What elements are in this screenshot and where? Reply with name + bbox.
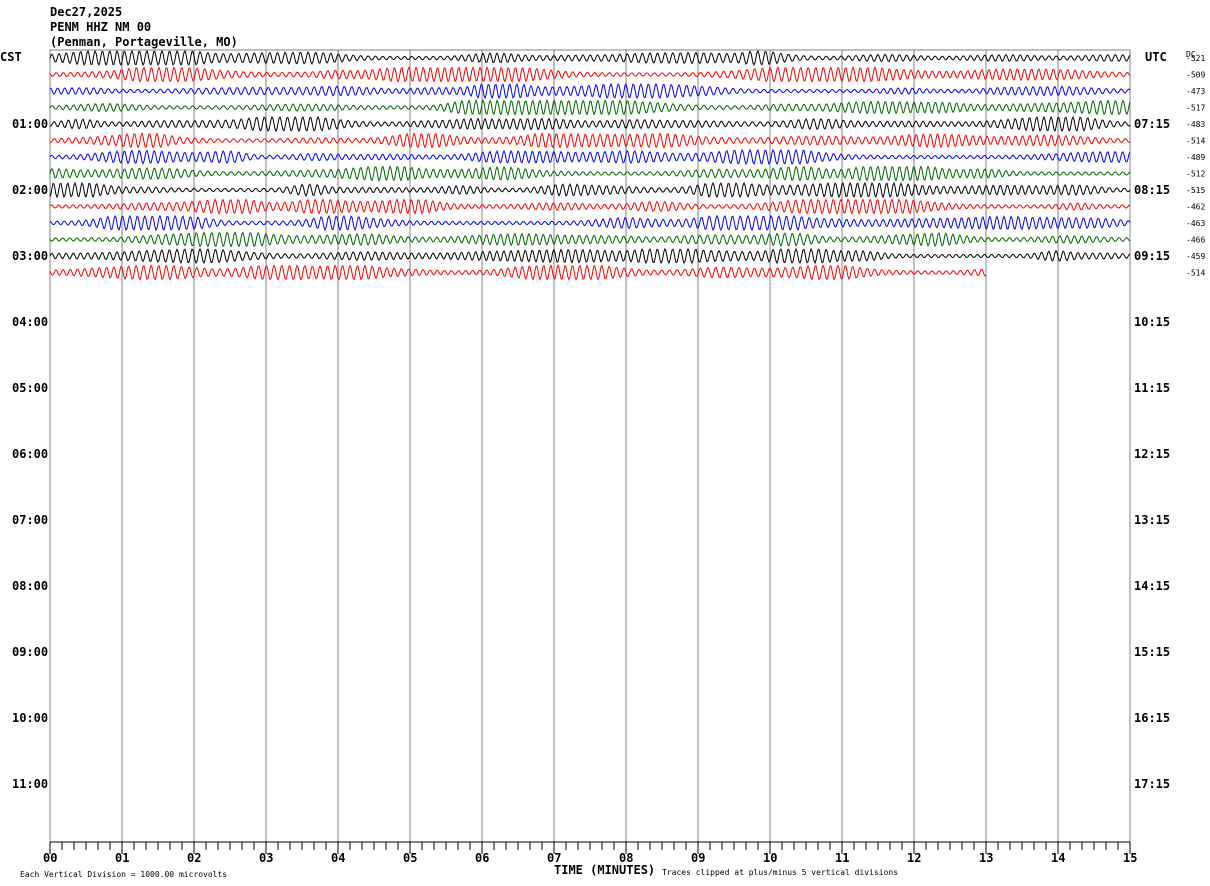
station-label: PENM HHZ NM 00 bbox=[50, 20, 151, 34]
cst-hour-label: 02:00 bbox=[12, 183, 48, 197]
utc-hour-label: 14:15 bbox=[1134, 579, 1170, 593]
dc-offset-label: -463 bbox=[1186, 219, 1205, 228]
x-tick-label: 11 bbox=[835, 851, 849, 865]
x-tick-label: 00 bbox=[43, 851, 57, 865]
dc-offset-label: -512 bbox=[1186, 170, 1205, 179]
x-tick-label: 15 bbox=[1123, 851, 1137, 865]
cst-hour-label: 03:00 bbox=[12, 249, 48, 263]
x-tick-label: 14 bbox=[1051, 851, 1065, 865]
seismic-trace bbox=[49, 66, 1131, 83]
dc-offset-label: -483 bbox=[1186, 120, 1205, 129]
utc-hour-label: 12:15 bbox=[1134, 447, 1170, 461]
seismic-trace bbox=[49, 148, 1131, 166]
utc-hour-label: 08:15 bbox=[1134, 183, 1170, 197]
cst-hour-label: 06:00 bbox=[12, 447, 48, 461]
traces bbox=[49, 49, 1131, 281]
cst-hour-label: 01:00 bbox=[12, 117, 48, 131]
right-timezone: UTC bbox=[1145, 50, 1167, 64]
x-tick-label: 09 bbox=[691, 851, 705, 865]
x-tick-label: 03 bbox=[259, 851, 273, 865]
left-timezone: CST bbox=[0, 50, 22, 64]
location-label: (Penman, Portageville, MO) bbox=[50, 35, 238, 49]
x-tick-label: 05 bbox=[403, 851, 417, 865]
utc-hour-label: 15:15 bbox=[1134, 645, 1170, 659]
dc-offset-label: -473 bbox=[1186, 87, 1205, 96]
cst-hour-label: 07:00 bbox=[12, 513, 48, 527]
x-tick-label: 12 bbox=[907, 851, 921, 865]
x-tick-label: 13 bbox=[979, 851, 993, 865]
cst-hour-label: 10:00 bbox=[12, 711, 48, 725]
dc-offset-label: -509 bbox=[1186, 71, 1205, 80]
utc-hour-label: 17:15 bbox=[1134, 777, 1170, 791]
dc-offset-label: -462 bbox=[1186, 203, 1205, 212]
utc-hour-label: 16:15 bbox=[1134, 711, 1170, 725]
plot-frame bbox=[49, 49, 1131, 843]
cst-hour-label: 11:00 bbox=[12, 777, 48, 791]
utc-hour-label: 11:15 bbox=[1134, 381, 1170, 395]
x-tick-label: 08 bbox=[619, 851, 633, 865]
dc-offset-label: -514 bbox=[1186, 137, 1205, 146]
seismic-trace bbox=[49, 198, 1131, 215]
dc-offset-label: -466 bbox=[1186, 236, 1205, 245]
seismic-trace bbox=[49, 264, 987, 281]
cst-hour-label: 08:00 bbox=[12, 579, 48, 593]
seismic-trace bbox=[49, 132, 1131, 149]
x-tick-label: 10 bbox=[763, 851, 777, 865]
seismic-trace bbox=[49, 214, 1131, 232]
seismic-trace bbox=[49, 181, 1131, 199]
x-tick-label: 07 bbox=[547, 851, 561, 865]
x-tick-label: 02 bbox=[187, 851, 201, 865]
dc-offset-label: -521 bbox=[1186, 54, 1205, 63]
cst-hour-label: 09:00 bbox=[12, 645, 48, 659]
x-axis-label: TIME (MINUTES) bbox=[554, 863, 655, 877]
labels: 00 01 02 03 04 05 06 07 08 09 10 11 12 13 14 15 01:00 02:… bbox=[12, 54, 1205, 865]
cst-hour-label: 04:00 bbox=[12, 315, 48, 329]
x-tick-label: 04 bbox=[331, 851, 345, 865]
utc-hour-label: 13:15 bbox=[1134, 513, 1170, 527]
utc-hour-label: 07:15 bbox=[1134, 117, 1170, 131]
x-tick-label: 01 bbox=[115, 851, 129, 865]
seismic-trace bbox=[49, 82, 1131, 100]
seismic-trace bbox=[49, 247, 1131, 265]
x-tick-label: 06 bbox=[475, 851, 489, 865]
dc-offset-label: -489 bbox=[1186, 153, 1205, 162]
dc-offset-label: -514 bbox=[1186, 269, 1205, 278]
grid bbox=[49, 49, 1131, 854]
utc-hour-label: 10:15 bbox=[1134, 315, 1170, 329]
utc-hour-label: 09:15 bbox=[1134, 249, 1170, 263]
seismic-trace bbox=[49, 115, 1131, 133]
clip-note: Traces clipped at plus/minus 5 vertical … bbox=[662, 868, 898, 877]
dc-offset-label: -515 bbox=[1186, 186, 1205, 195]
seismic-trace bbox=[49, 165, 1131, 182]
seismic-trace bbox=[49, 49, 1131, 67]
dc-offset-label: -459 bbox=[1186, 252, 1205, 261]
dc-offset-label: -517 bbox=[1186, 104, 1205, 113]
seismic-trace bbox=[49, 99, 1131, 116]
cst-hour-label: 05:00 bbox=[12, 381, 48, 395]
scale-note: Each Vertical Division = 1000.00 microvo… bbox=[20, 870, 227, 879]
helicorder-plot: Dec27,2025 PENM HHZ NM 00 (Penman, Porta… bbox=[0, 5, 1205, 879]
date-label: Dec27,2025 bbox=[50, 5, 122, 19]
seismic-trace bbox=[49, 231, 1131, 248]
